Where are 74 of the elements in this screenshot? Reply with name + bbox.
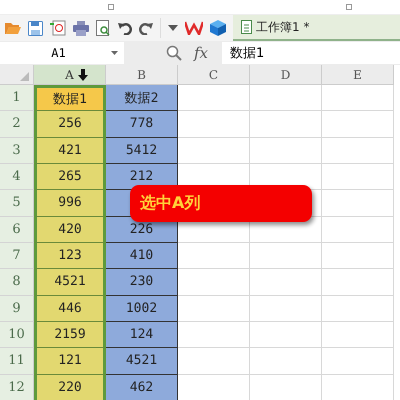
row-header[interactable]: 3 bbox=[0, 138, 34, 164]
cube-icon[interactable] bbox=[210, 20, 226, 36]
row-header[interactable]: 8 bbox=[0, 269, 34, 296]
table-cell-background bbox=[322, 348, 394, 375]
dropdown-caret-icon bbox=[111, 51, 118, 55]
table-cell: 230 bbox=[106, 269, 178, 296]
document-icon bbox=[241, 20, 252, 34]
table-cell: 220 bbox=[34, 374, 106, 400]
table-cell: 778 bbox=[106, 111, 178, 138]
table-cell-background bbox=[322, 111, 394, 138]
row-header[interactable]: 12 bbox=[0, 374, 34, 400]
row-header[interactable]: 6 bbox=[0, 216, 34, 243]
row-header[interactable]: 9 bbox=[0, 296, 34, 322]
table-cell-background bbox=[322, 138, 394, 164]
table-cell-background bbox=[250, 111, 322, 138]
column-header[interactable]: C bbox=[178, 65, 250, 85]
logo-icon[interactable] bbox=[185, 21, 203, 35]
table-cell: 124 bbox=[106, 322, 178, 348]
document-tab[interactable]: 工作簿1 * bbox=[233, 15, 400, 41]
column-header[interactable]: D bbox=[250, 65, 322, 85]
undo-icon[interactable] bbox=[118, 21, 132, 35]
table-cell-background bbox=[250, 269, 322, 296]
table-cell: 4521 bbox=[34, 269, 106, 296]
table-cell-background bbox=[250, 348, 322, 375]
redo-icon[interactable] bbox=[139, 21, 153, 35]
table-cell: 1002 bbox=[106, 296, 178, 322]
table-cell: 462 bbox=[106, 374, 178, 400]
table-cell: 数据2 bbox=[106, 85, 178, 112]
table-cell: 121 bbox=[34, 348, 106, 375]
table-cell: 2159 bbox=[34, 322, 106, 348]
table-cell: 265 bbox=[34, 164, 106, 190]
row-header[interactable]: 5 bbox=[0, 190, 34, 217]
table-cell: 996 bbox=[34, 190, 106, 217]
table-cell-background bbox=[250, 85, 322, 112]
table-cell: 4521 bbox=[106, 348, 178, 375]
expand-icon[interactable] bbox=[108, 4, 114, 10]
name-box[interactable]: A1 bbox=[0, 42, 124, 64]
row-header[interactable]: 2 bbox=[0, 111, 34, 138]
row-header[interactable]: 10 bbox=[0, 322, 34, 348]
table-cell-background bbox=[322, 322, 394, 348]
table-cell-background bbox=[250, 296, 322, 322]
row-header[interactable]: 4 bbox=[0, 164, 34, 190]
print-icon[interactable] bbox=[73, 20, 89, 36]
table-cell: 410 bbox=[106, 242, 178, 270]
column-header[interactable]: E bbox=[322, 65, 394, 85]
formula-field[interactable]: 数据1 bbox=[222, 42, 400, 64]
table-cell-background bbox=[322, 296, 394, 322]
document-tab-title: 工作簿1 * bbox=[256, 18, 310, 36]
table-cell: 256 bbox=[34, 111, 106, 138]
table-cell: 123 bbox=[34, 242, 106, 270]
table-cell-background bbox=[250, 322, 322, 348]
row-header[interactable]: 11 bbox=[0, 348, 34, 375]
table-cell: 5412 bbox=[106, 138, 178, 164]
corner-triangle-icon bbox=[20, 72, 29, 81]
table-cell: 420 bbox=[34, 216, 106, 243]
column-header[interactable]: B bbox=[106, 65, 178, 85]
table-cell-background bbox=[322, 85, 394, 112]
table-cell-background bbox=[322, 242, 394, 270]
table-cell: 数据1 bbox=[34, 85, 106, 112]
function-button[interactable]: fx bbox=[194, 44, 208, 62]
table-cell: 421 bbox=[34, 138, 106, 164]
row-header[interactable]: 7 bbox=[0, 242, 34, 270]
expand-icon[interactable] bbox=[346, 4, 352, 10]
dropdown-caret-icon[interactable] bbox=[168, 25, 178, 31]
save-icon[interactable] bbox=[28, 20, 43, 36]
table-cell-background bbox=[322, 269, 394, 296]
search-icon[interactable] bbox=[166, 45, 182, 61]
print-preview-icon[interactable] bbox=[96, 20, 111, 36]
callout-label: 选中A列 bbox=[130, 185, 312, 222]
column-select-cursor-icon bbox=[78, 69, 88, 81]
column-header[interactable]: A bbox=[34, 65, 106, 85]
table-cell: 446 bbox=[34, 296, 106, 322]
row-header[interactable]: 1 bbox=[0, 85, 34, 112]
folder-icon[interactable] bbox=[5, 21, 21, 35]
